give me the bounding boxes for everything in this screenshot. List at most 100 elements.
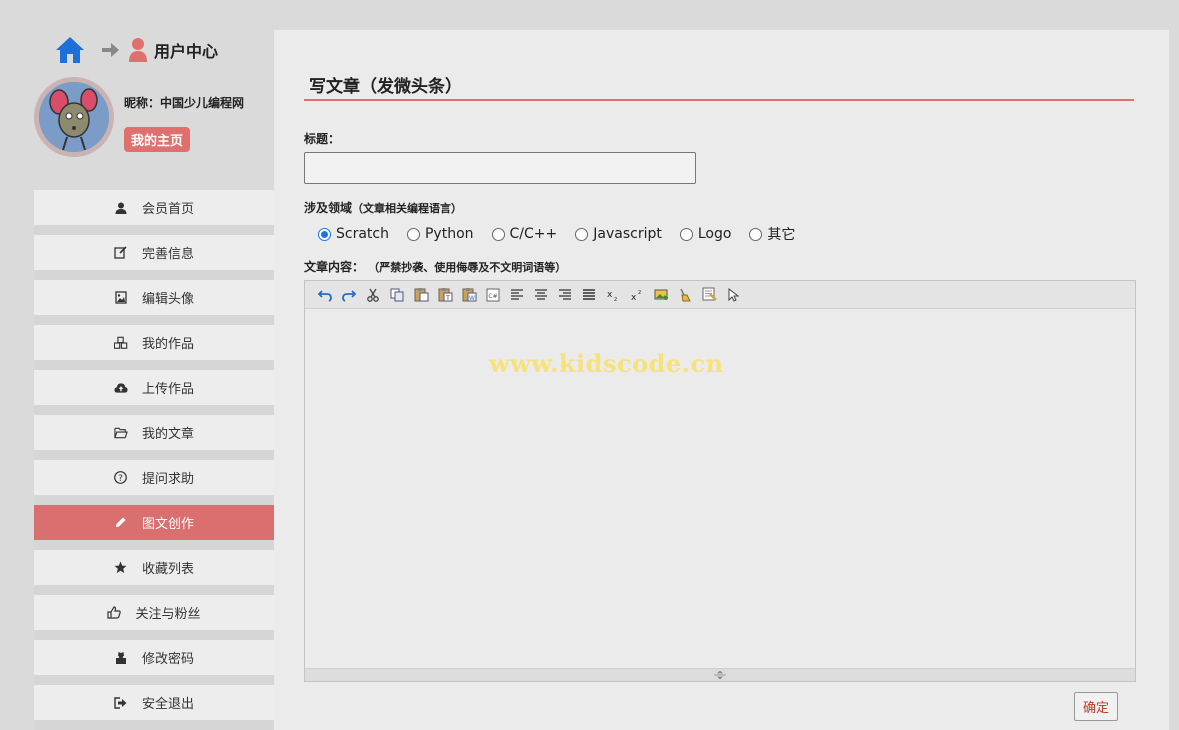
radio-label: Javascript — [593, 226, 662, 242]
domain-hint: （文章相关编程语言） — [352, 202, 463, 215]
submit-button[interactable]: 确定 — [1074, 692, 1119, 721]
breadcrumb: 用户中心 — [54, 30, 218, 70]
subscript-icon[interactable]: x2 — [601, 285, 625, 305]
sidebar-item-my-works[interactable]: 我的作品 — [34, 325, 274, 360]
sidebar-item-ask-help[interactable]: ? 提问求助 — [34, 460, 274, 495]
sidebar-item-change-password[interactable]: 修改密码 — [34, 640, 274, 675]
content-hint: （严禁抄袭、使用侮辱及不文明词语等） — [368, 261, 567, 274]
mouse-avatar-icon — [39, 82, 109, 152]
paste-word-icon[interactable]: W — [457, 285, 481, 305]
sidebar-item-profile-info[interactable]: 完善信息 — [34, 235, 274, 270]
nickname: 昵称：中国少儿编程网 — [124, 96, 245, 110]
svg-text:2: 2 — [614, 297, 617, 302]
radio-javascript[interactable]: Javascript — [575, 224, 662, 244]
editor-toolbar: T W C# x2 x2 — [305, 281, 1135, 309]
copy-icon[interactable] — [385, 285, 409, 305]
radio-logo[interactable]: Logo — [679, 224, 732, 244]
sidebar-item-label: 上传作品 — [141, 382, 194, 397]
redo-icon[interactable] — [337, 285, 361, 305]
sidebar-item-edit-avatar[interactable]: 编辑头像 — [34, 280, 274, 315]
pointer-icon[interactable] — [721, 285, 745, 305]
domain-label-row: 涉及领域（文章相关编程语言） — [304, 199, 462, 216]
radio-python[interactable]: Python — [406, 224, 474, 244]
domain-radio-group: Scratch Python C/C++ Javascript Logo 其它 — [318, 224, 813, 244]
paste-text-icon[interactable]: T — [433, 285, 457, 305]
page-title: 用户中心 — [154, 42, 219, 61]
resize-handle[interactable] — [305, 668, 1135, 681]
radio-dot[interactable] — [491, 227, 505, 241]
align-center-icon[interactable] — [529, 285, 553, 305]
sidebar-item-favorites[interactable]: 收藏列表 — [34, 550, 274, 585]
user-icon — [114, 201, 128, 215]
radio-dot[interactable] — [575, 227, 589, 241]
folder-open-icon — [114, 426, 128, 440]
content-label: 文章内容： — [304, 260, 365, 274]
svg-text:2: 2 — [638, 290, 641, 296]
sidebar-item-my-articles[interactable]: 我的文章 — [34, 415, 274, 450]
resize-grip-icon — [714, 671, 726, 679]
radio-cpp[interactable]: C/C++ — [491, 224, 558, 244]
cloud-upload-icon — [114, 381, 128, 395]
select-all-icon[interactable] — [697, 285, 721, 305]
radio-scratch[interactable]: Scratch — [318, 224, 389, 244]
sidebar-item-label: 提问求助 — [141, 472, 194, 487]
radio-label: C/C++ — [509, 226, 558, 242]
sidebar-item-logout[interactable]: 安全退出 — [34, 685, 274, 720]
title-input[interactable] — [304, 152, 696, 184]
paste-icon[interactable] — [409, 285, 433, 305]
radio-dot[interactable] — [679, 227, 693, 241]
main-panel: 写文章（发微头条） 标题： 涉及领域（文章相关编程语言） Scratch Pyt… — [274, 30, 1169, 730]
sidebar-item-label: 会员首页 — [141, 202, 194, 217]
sidebar-item-member-home[interactable]: 会员首页 — [34, 190, 274, 225]
clear-format-icon[interactable] — [673, 285, 697, 305]
title-divider — [304, 99, 1134, 101]
sidebar-item-label: 关注与粉丝 — [135, 607, 201, 622]
avatar[interactable] — [34, 77, 114, 157]
svg-text:x: x — [631, 293, 637, 302]
question-icon: ? — [114, 471, 128, 485]
home-icon[interactable] — [54, 35, 86, 65]
pencil-icon — [114, 516, 128, 530]
radio-dot[interactable] — [406, 227, 420, 241]
sidebar-item-create-article[interactable]: 图文创作 — [34, 505, 274, 540]
sidebar-item-label: 收藏列表 — [141, 562, 194, 577]
my-homepage-button[interactable]: 我的主页 — [124, 127, 191, 152]
radio-dot[interactable] — [749, 227, 763, 241]
sign-out-icon — [114, 696, 128, 710]
title-label: 标题： — [304, 132, 341, 146]
edit-icon — [114, 246, 128, 260]
sidebar-item-label: 图文创作 — [141, 517, 194, 532]
undo-icon[interactable] — [313, 285, 337, 305]
cubes-icon — [113, 336, 128, 350]
user-secret-icon — [114, 651, 128, 665]
domain-label: 涉及领域 — [304, 201, 353, 215]
align-justify-icon[interactable] — [577, 285, 601, 305]
superscript-icon[interactable]: x2 — [625, 285, 649, 305]
content-label-row: 文章内容： （严禁抄袭、使用侮辱及不文明词语等） — [304, 258, 566, 275]
sidebar-item-label: 安全退出 — [141, 697, 194, 712]
editor-content-area[interactable]: www.kidscode.cn — [305, 309, 1135, 669]
radio-label: Logo — [697, 226, 732, 242]
sidebar-item-label: 我的作品 — [141, 337, 194, 352]
sidebar-item-label: 完善信息 — [141, 247, 194, 262]
svg-text:C#: C# — [488, 293, 497, 300]
radio-other[interactable]: 其它 — [749, 224, 795, 244]
radio-label: Python — [424, 226, 474, 242]
sidebar-item-upload-works[interactable]: 上传作品 — [34, 370, 274, 405]
cut-icon[interactable] — [361, 285, 385, 305]
user-icon — [129, 38, 147, 62]
insert-image-icon[interactable] — [649, 285, 673, 305]
code-icon[interactable]: C# — [481, 285, 505, 305]
watermark: www.kidscode.cn — [489, 349, 724, 378]
rich-text-editor: T W C# x2 x2 www.kidscode.cn — [304, 280, 1136, 682]
radio-dot[interactable] — [318, 227, 331, 241]
radio-label: 其它 — [767, 227, 796, 243]
sidebar-item-follow-fans[interactable]: 关注与粉丝 — [34, 595, 274, 630]
align-left-icon[interactable] — [505, 285, 529, 305]
svg-text:?: ? — [119, 474, 124, 484]
align-right-icon[interactable] — [553, 285, 577, 305]
radio-label: Scratch — [336, 226, 389, 242]
form-title: 写文章（发微头条） — [309, 77, 462, 97]
star-icon — [114, 561, 128, 575]
thumbs-up-icon — [107, 606, 122, 620]
